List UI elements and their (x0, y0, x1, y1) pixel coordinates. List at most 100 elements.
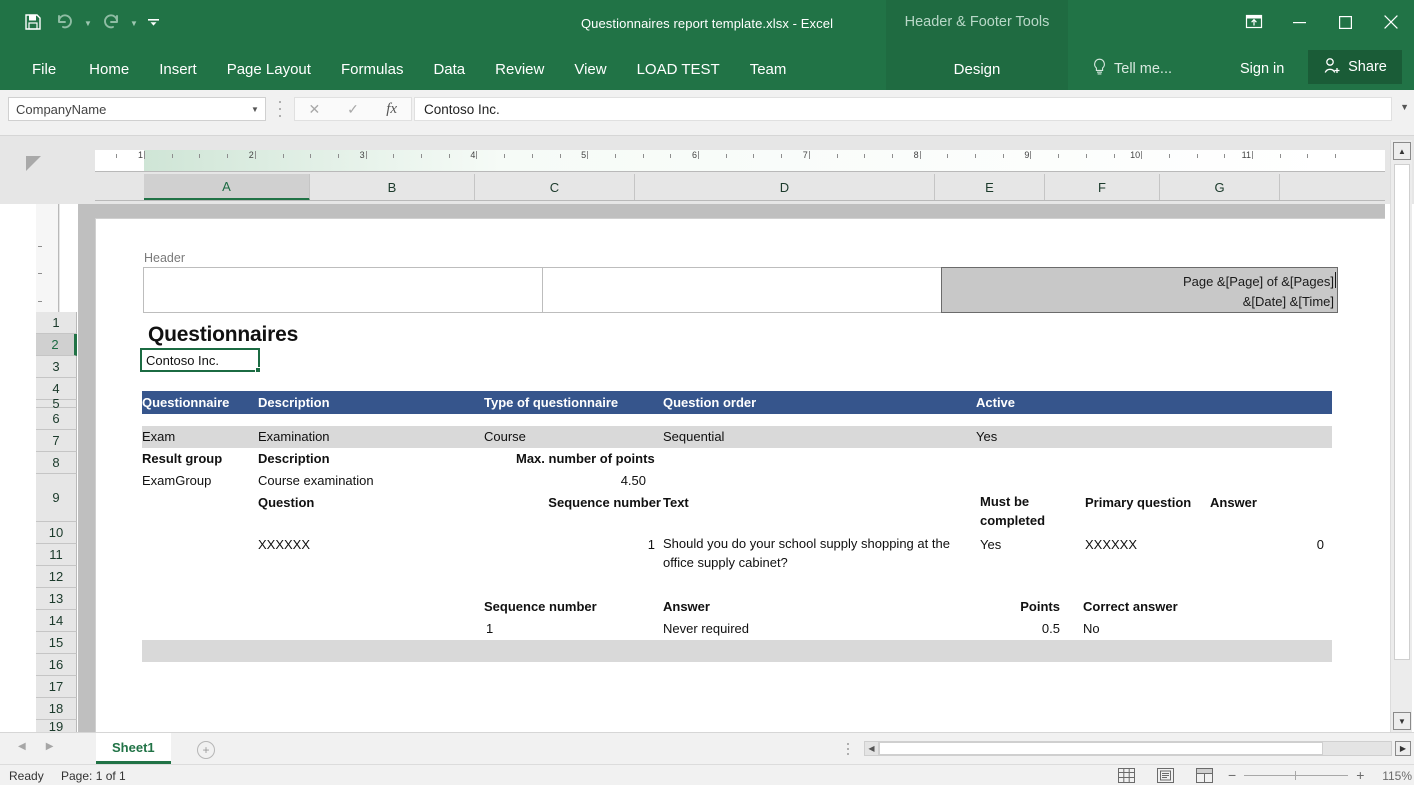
row-header-5[interactable]: 5 (36, 400, 77, 408)
maximize-icon[interactable] (1322, 0, 1368, 44)
tab-team[interactable]: Team (735, 48, 802, 90)
add-sheet-icon[interactable]: + (197, 741, 215, 759)
header-box-right[interactable]: Page &[Page] of &[Pages] &[Date] &[Time] (941, 267, 1338, 313)
save-icon[interactable] (18, 7, 48, 37)
vertical-scroll-thumb[interactable] (1394, 164, 1410, 660)
zoom-out-button[interactable]: − (1228, 768, 1236, 782)
row-header-1[interactable]: 1 (36, 312, 77, 334)
row-header-12[interactable]: 12 (36, 566, 77, 588)
row-header-10[interactable]: 10 (36, 522, 77, 544)
close-icon[interactable] (1368, 0, 1414, 44)
column-header-d[interactable]: D (635, 174, 935, 200)
horizontal-scroll-thumb[interactable] (879, 742, 1323, 755)
sheet-tab-sheet1[interactable]: Sheet1 (96, 733, 171, 764)
row-header-3[interactable]: 3 (36, 356, 77, 378)
zoom-slider[interactable] (1244, 768, 1348, 782)
undo-icon[interactable] (50, 7, 80, 37)
next-sheet-icon[interactable]: ▶ (46, 741, 54, 752)
tab-insert[interactable]: Insert (144, 48, 212, 90)
select-all-button[interactable] (22, 150, 48, 176)
column-header-a[interactable]: A (144, 174, 310, 201)
row-header-8[interactable]: 8 (36, 452, 77, 474)
sign-in-button[interactable]: Sign in (1240, 48, 1284, 90)
horizontal-scrollbar[interactable]: ◀ ▶ (864, 741, 1392, 756)
column-header-e[interactable]: E (935, 174, 1045, 200)
header-page-field: Page &[Page] of &[Pages] (1183, 272, 1334, 292)
tell-me-box[interactable]: Tell me... (1092, 48, 1172, 90)
col-max-number-of-points: Max. number of points (516, 448, 655, 470)
window-title: Questionnaires report template.xlsx - Ex… (0, 16, 1414, 31)
row-header-14[interactable]: 14 (36, 610, 77, 632)
scroll-right-icon[interactable]: ▶ (1395, 741, 1411, 756)
fill-handle[interactable] (255, 367, 261, 373)
page-layout-page: Header Page &[Page] of &[Pages] &[Date] … (95, 218, 1385, 732)
column-header-b[interactable]: B (310, 174, 475, 200)
col-ans-answer: Answer (663, 596, 710, 618)
row-header-15[interactable]: 15 (36, 632, 77, 654)
excel-window: ▼ ▼ Questionnaires report template.xlsx … (0, 0, 1414, 785)
cell-active: Yes (976, 426, 997, 448)
tab-file[interactable]: File (14, 48, 74, 90)
enter-check-icon[interactable]: ✓ (334, 98, 373, 120)
zoom-in-button[interactable]: + (1356, 768, 1364, 782)
formula-bar: CompanyName ▼ ✕ ✓ fx Contoso Inc. ▼ (0, 90, 1414, 136)
report-table: Questionnaire Description Type of questi… (142, 391, 1332, 662)
tab-design[interactable]: Design (886, 48, 1068, 90)
share-button[interactable]: Share (1308, 50, 1402, 84)
column-header-g[interactable]: G (1160, 174, 1280, 200)
scrollbar-grip[interactable] (846, 743, 850, 755)
col-questionnaire: Questionnaire (142, 391, 229, 414)
row-header-11[interactable]: 11 (36, 544, 77, 566)
row-header-16[interactable]: 16 (36, 654, 77, 676)
col-answer: Answer (1210, 492, 1257, 514)
column-header-f[interactable]: F (1045, 174, 1160, 200)
ruler-mark-10: 10 (1130, 150, 1141, 160)
formula-input[interactable]: Contoso Inc. (414, 97, 1392, 121)
tab-data[interactable]: Data (418, 48, 480, 90)
row-header-2[interactable]: 2 (36, 334, 77, 356)
page-break-preview-icon[interactable] (1196, 768, 1213, 783)
minimize-icon[interactable] (1276, 0, 1322, 44)
cancel-icon[interactable]: ✕ (295, 98, 334, 120)
expand-formula-bar-icon[interactable]: ▼ (1400, 102, 1409, 112)
tab-load-test[interactable]: LOAD TEST (622, 48, 735, 90)
row-header-19[interactable]: 19 (36, 720, 77, 732)
page-layout-view-icon[interactable] (1157, 768, 1174, 783)
table-row-answer: 1 Never required 0.5 No (142, 618, 1332, 640)
name-box[interactable]: CompanyName ▼ (8, 97, 266, 121)
tab-page-layout[interactable]: Page Layout (212, 48, 326, 90)
vertical-scrollbar[interactable]: ▲ ▼ (1390, 140, 1412, 732)
worksheet-canvas[interactable]: Header Page &[Page] of &[Pages] &[Date] … (78, 204, 1385, 732)
tab-review[interactable]: Review (480, 48, 559, 90)
tab-view[interactable]: View (559, 48, 621, 90)
redo-dropdown-icon[interactable]: ▼ (128, 7, 140, 37)
selected-cell-a2[interactable]: Contoso Inc. (140, 348, 260, 372)
scroll-down-icon[interactable]: ▼ (1393, 712, 1411, 730)
normal-view-icon[interactable] (1118, 768, 1135, 783)
col-points: Points (932, 596, 1060, 618)
row-header-17[interactable]: 17 (36, 676, 77, 698)
redo-icon[interactable] (96, 7, 126, 37)
share-label: Share (1348, 59, 1387, 75)
tab-home[interactable]: Home (74, 48, 144, 90)
insert-function-icon[interactable]: fx (372, 98, 411, 120)
row-header-6[interactable]: 6 (36, 408, 77, 430)
row-header-7[interactable]: 7 (36, 430, 77, 452)
undo-dropdown-icon[interactable]: ▼ (82, 7, 94, 37)
ribbon-display-options-icon[interactable] (1232, 0, 1276, 44)
row-header-18[interactable]: 18 (36, 698, 77, 720)
name-box-dropdown-icon[interactable]: ▼ (245, 105, 265, 114)
header-box-center[interactable] (542, 267, 942, 313)
prev-sheet-icon[interactable]: ◀ (18, 741, 26, 752)
scroll-left-icon[interactable]: ◀ (865, 742, 879, 755)
row-header-9[interactable]: 9 (36, 474, 77, 522)
table-row-result-group: ExamGroup Course examination 4.50 (142, 470, 1332, 492)
column-header-c[interactable]: C (475, 174, 635, 200)
scroll-up-icon[interactable]: ▲ (1393, 142, 1411, 160)
tab-formulas[interactable]: Formulas (326, 48, 419, 90)
header-box-left[interactable] (143, 267, 543, 313)
report-spacer-2 (142, 576, 1332, 596)
row-header-13[interactable]: 13 (36, 588, 77, 610)
customize-qat-icon[interactable] (142, 7, 164, 37)
ribbon-tabs: File Home Insert Page Layout Formulas Da… (0, 48, 801, 90)
